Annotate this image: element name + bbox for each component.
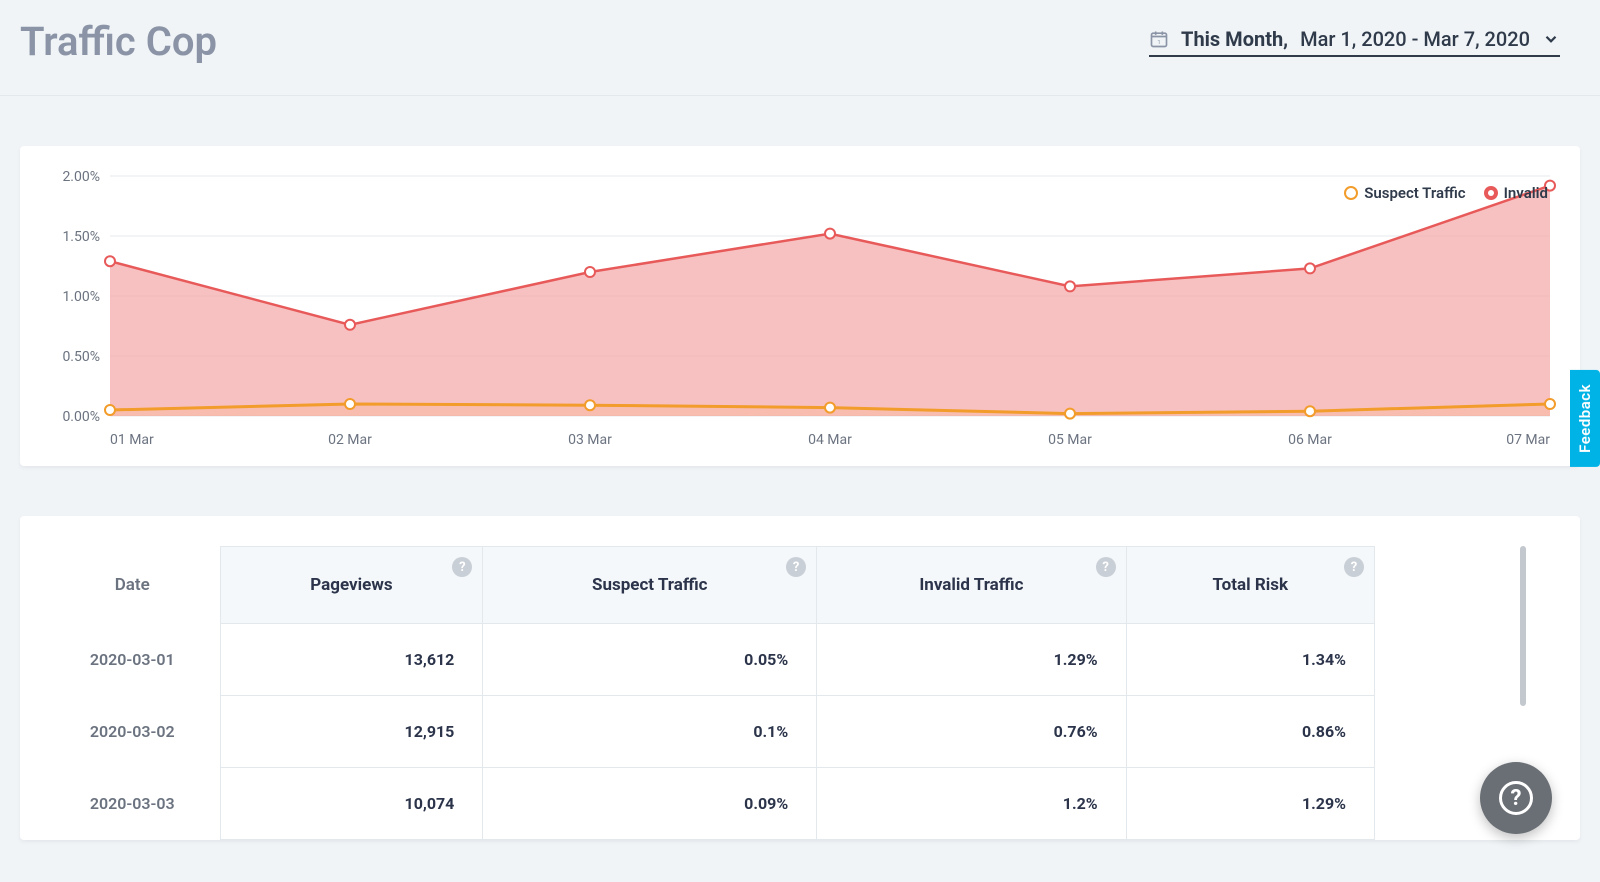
- cell-invalid: 1.29%: [817, 624, 1126, 696]
- legend-dot-suspect-icon: [1344, 186, 1358, 200]
- table-header-row: Date Pageviews? Suspect Traffic? Invalid…: [45, 547, 1375, 624]
- cell-pageviews: 10,074: [220, 768, 483, 840]
- svg-text:01 Mar: 01 Mar: [110, 432, 154, 448]
- page-header: Traffic Cop 1 This Month, Mar 1, 2020 - …: [0, 0, 1600, 96]
- svg-text:0.50%: 0.50%: [62, 349, 100, 365]
- cell-total: 1.29%: [1126, 768, 1374, 840]
- svg-text:02 Mar: 02 Mar: [328, 432, 372, 448]
- svg-text:04 Mar: 04 Mar: [808, 432, 852, 448]
- legend-item-invalid[interactable]: Invalid: [1484, 184, 1548, 202]
- svg-text:1.00%: 1.00%: [62, 289, 100, 305]
- cell-suspect: 0.1%: [483, 696, 817, 768]
- cell-pageviews: 12,915: [220, 696, 483, 768]
- svg-text:1: 1: [1157, 40, 1160, 46]
- help-icon[interactable]: ?: [1344, 557, 1364, 577]
- chart-wrap: 0.00% 0.50% 1.00% 1.50% 2.00% 01 Mar 02 Mar 03 …: [40, 166, 1560, 456]
- question-mark-icon: ?: [1499, 781, 1533, 815]
- cell-invalid: 0.76%: [817, 696, 1126, 768]
- svg-text:2.00%: 2.00%: [62, 169, 100, 185]
- cell-suspect: 0.05%: [483, 624, 817, 696]
- svg-text:1.50%: 1.50%: [62, 229, 100, 245]
- date-range-selector[interactable]: 1 This Month, Mar 1, 2020 - Mar 7, 2020: [1149, 27, 1560, 57]
- th-total: Total Risk?: [1126, 547, 1374, 624]
- traffic-chart: 0.00% 0.50% 1.00% 1.50% 2.00% 01 Mar 02 Mar 03 …: [40, 166, 1560, 456]
- calendar-icon: 1: [1149, 29, 1169, 49]
- cell-pageviews: 13,612: [220, 624, 483, 696]
- help-icon[interactable]: ?: [452, 557, 472, 577]
- cell-invalid: 1.2%: [817, 768, 1126, 840]
- table-row: 2020-03-0310,0740.09%1.2%1.29%: [45, 768, 1375, 840]
- scrollbar-thumb[interactable]: [1520, 546, 1526, 706]
- help-icon[interactable]: ?: [1096, 557, 1116, 577]
- legend-label-suspect: Suspect Traffic: [1364, 184, 1465, 202]
- cell-date: 2020-03-01: [45, 624, 220, 696]
- table-row: 2020-03-0113,6120.05%1.29%1.34%: [45, 624, 1375, 696]
- cell-date: 2020-03-03: [45, 768, 220, 840]
- cell-total: 0.86%: [1126, 696, 1374, 768]
- date-range-label: This Month,: [1181, 27, 1288, 51]
- cell-total: 1.34%: [1126, 624, 1374, 696]
- svg-text:05 Mar: 05 Mar: [1048, 432, 1092, 448]
- legend-label-invalid: Invalid: [1504, 184, 1548, 202]
- chevron-down-icon: [1542, 30, 1560, 48]
- traffic-table: Date Pageviews? Suspect Traffic? Invalid…: [45, 546, 1375, 840]
- cell-suspect: 0.09%: [483, 768, 817, 840]
- svg-text:06 Mar: 06 Mar: [1288, 432, 1332, 448]
- date-range-value: Mar 1, 2020 - Mar 7, 2020: [1300, 27, 1530, 51]
- help-fab[interactable]: ?: [1480, 762, 1552, 834]
- legend-dot-invalid-icon: [1484, 186, 1498, 200]
- th-date: Date: [45, 547, 220, 624]
- help-icon[interactable]: ?: [786, 557, 806, 577]
- chart-card: 0.00% 0.50% 1.00% 1.50% 2.00% 01 Mar 02 Mar 03 …: [20, 146, 1580, 466]
- cell-date: 2020-03-02: [45, 696, 220, 768]
- th-suspect: Suspect Traffic?: [483, 547, 817, 624]
- th-invalid: Invalid Traffic?: [817, 547, 1126, 624]
- page-title: Traffic Cop: [20, 18, 217, 65]
- svg-text:03 Mar: 03 Mar: [568, 432, 612, 448]
- svg-text:0.00%: 0.00%: [62, 409, 100, 425]
- legend-item-suspect[interactable]: Suspect Traffic: [1344, 184, 1465, 202]
- th-pageviews: Pageviews?: [220, 547, 483, 624]
- table-row: 2020-03-0212,9150.1%0.76%0.86%: [45, 696, 1375, 768]
- chart-legend: Suspect Traffic Invalid: [1344, 184, 1548, 202]
- table-card: Date Pageviews? Suspect Traffic? Invalid…: [20, 516, 1580, 840]
- svg-text:07 Mar: 07 Mar: [1506, 432, 1550, 448]
- feedback-tab[interactable]: Feedback: [1570, 370, 1600, 467]
